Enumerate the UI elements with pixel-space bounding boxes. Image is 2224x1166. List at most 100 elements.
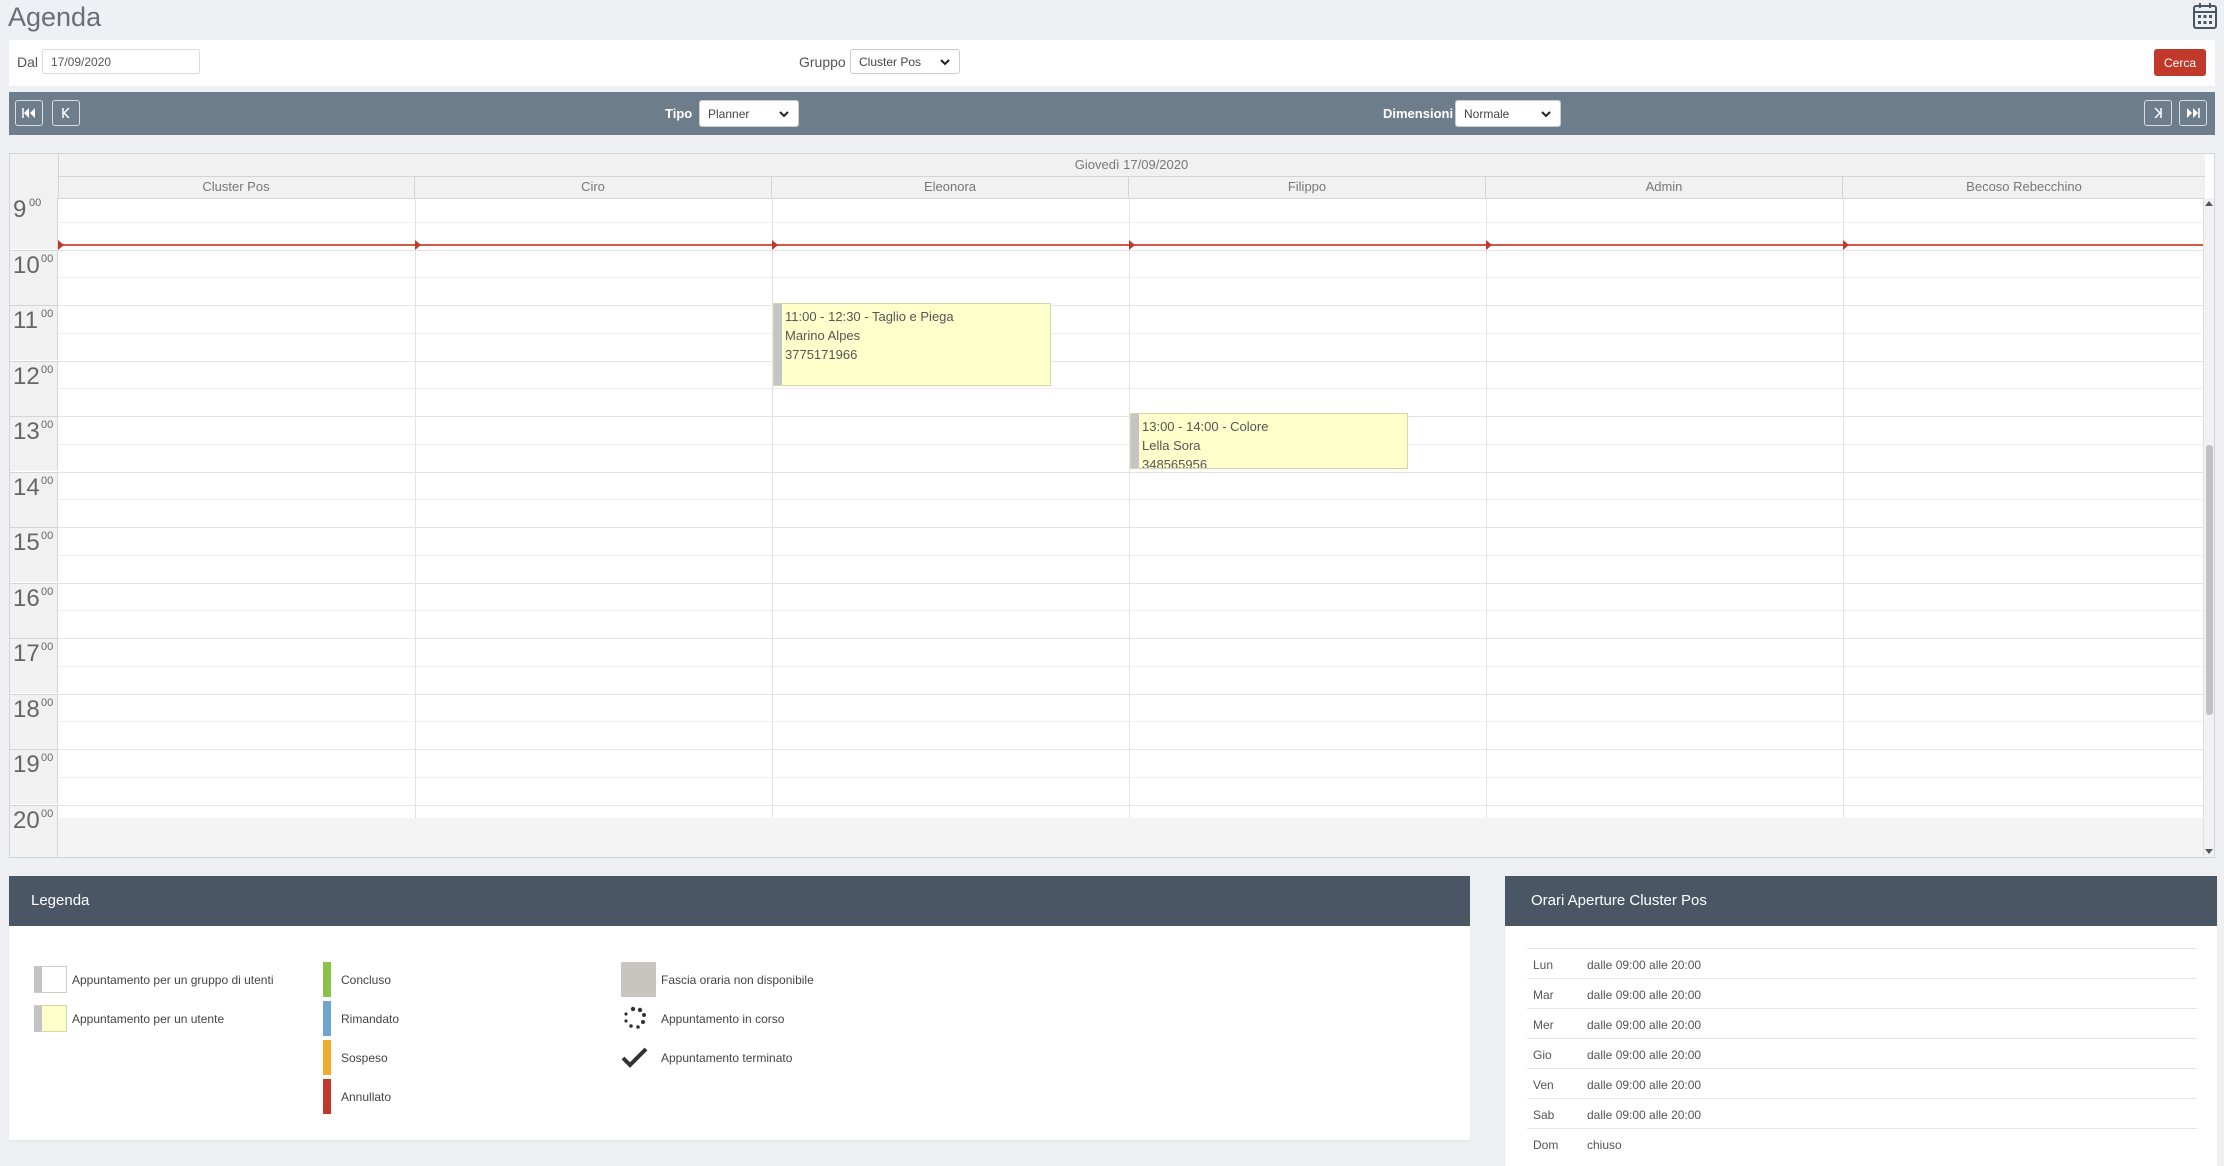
hour-minutes: 00	[41, 696, 54, 709]
hour-number: 20	[13, 806, 40, 834]
scheduler-toolbar: Tipo Planner Dimensioni Normale	[9, 92, 2215, 135]
hour-label: 9 00	[10, 198, 58, 249]
column-divider	[415, 198, 416, 857]
hour-number: 11	[13, 307, 38, 334]
opening-day: Sab	[1533, 1108, 1555, 1122]
hour-grid-line	[58, 804, 2205, 806]
half-hour-grid-line	[58, 332, 2205, 334]
hour-label: 10 00	[10, 249, 58, 305]
legend-label: Appuntamento per un utente	[72, 1011, 225, 1026]
opening-time: dalle 09:00 alle 20:00	[1587, 958, 1702, 972]
from-label: Dal	[17, 54, 39, 70]
hour-minutes: 00	[41, 530, 54, 542]
type-select[interactable]: Planner	[699, 100, 799, 127]
hour-number: 16	[13, 584, 40, 612]
user-appointment-swatch	[34, 1005, 67, 1032]
page-title: Agenda	[8, 2, 102, 32]
next-day-button[interactable]	[2144, 100, 2172, 126]
last-day-button[interactable]	[2179, 100, 2207, 126]
appointment-status-bar	[774, 304, 782, 385]
half-hour-grid-line	[58, 277, 2205, 279]
column-header-becoso-rebecchino: Becoso Rebecchino	[1966, 179, 2082, 194]
vertical-scrollbar[interactable]	[2203, 198, 2214, 857]
hour-minutes: 00	[41, 474, 54, 487]
group-select[interactable]: Cluster Pos	[850, 49, 960, 74]
current-time-marker	[1486, 240, 1492, 250]
legend-title: Legenda	[9, 876, 1470, 926]
legend-suspended: Sospeso	[323, 1040, 388, 1075]
column-divider	[1129, 198, 1130, 857]
opening-time: dalle 09:00 alle 20:00	[1587, 1108, 1702, 1122]
opening-day: Lun	[1533, 958, 1554, 972]
opening-hours-row: Sab dalle 09:00 alle 20:00	[1527, 1098, 2197, 1129]
hour-minutes: 00	[41, 807, 54, 820]
hour-label: 11 00	[10, 305, 58, 360]
hour-minutes: 00	[41, 585, 54, 598]
legend-user-appointment: Appuntamento per un utente	[34, 1005, 224, 1032]
hour-minutes: 00	[41, 641, 54, 653]
half-hour-grid-line	[58, 665, 2205, 667]
size-select[interactable]: Normale	[1455, 100, 1561, 127]
scrollbar-thumb[interactable]	[2206, 445, 2213, 715]
from-date-input[interactable]	[42, 49, 200, 74]
chevron-down-icon	[1541, 110, 1551, 117]
hour-minutes: 00	[41, 363, 54, 376]
opening-hours-row: Dom chiuso	[1527, 1128, 2197, 1159]
half-hour-grid-line	[58, 721, 2205, 723]
opening-hours-panel: Orari Aperture Cluster Pos Lun dalle 09:0…	[1505, 876, 2217, 1166]
hour-number: 15	[13, 529, 40, 556]
hour-minutes: 00	[29, 198, 42, 209]
appointment-phone: 348565956	[1142, 457, 1208, 469]
hour-grid-line	[58, 305, 2205, 306]
search-button[interactable]: Cerca	[2154, 49, 2206, 76]
spinner-icon	[624, 1006, 646, 1029]
scheduler-header: Giovedì 17/09/2020 Cluster Pos Ciro Eleo…	[10, 154, 2205, 199]
hour-minutes: 00	[41, 419, 54, 431]
hour-grid-line	[58, 693, 2205, 695]
scroll-up-icon[interactable]	[2205, 201, 2213, 206]
appointment-filippo[interactable]: 13:00 - 14:00 - Colore Lella Sora 348565…	[1130, 413, 1408, 469]
hour-grid-line	[58, 471, 2205, 473]
opening-time: dalle 09:00 alle 20:00	[1587, 1048, 1702, 1062]
opening-time: dalle 09:00 alle 20:00	[1587, 1078, 1702, 1092]
column-divider	[1843, 198, 1844, 857]
legend-concluded: Concluso	[323, 962, 391, 997]
scheduler-body[interactable]: 20 00 19 00 18 00 17 00 16 00 15 00 14 00 13 00 12 00 11 00…	[10, 198, 2205, 857]
current-time-marker	[1129, 240, 1135, 250]
opening-day: Mar	[1533, 988, 1554, 1002]
scroll-down-icon[interactable]	[2205, 849, 2213, 854]
hour-label: 16 00	[10, 582, 58, 638]
hour-minutes: 00	[41, 752, 54, 764]
unavailable-slot	[58, 818, 2205, 857]
legend-postponed: Rimandato	[323, 1001, 399, 1036]
hour-label: 18 00	[10, 693, 58, 749]
legend-label: Appuntamento terminato	[661, 1050, 793, 1065]
half-hour-grid-line	[58, 388, 2205, 390]
opening-hours-row: Gio dalle 09:00 alle 20:00	[1527, 1038, 2197, 1069]
first-day-button[interactable]	[15, 100, 43, 126]
checkmark-icon	[621, 1047, 648, 1068]
hour-grid-line	[58, 527, 2205, 528]
legend-label: Fascia oraria non disponibile	[661, 972, 814, 987]
prev-day-button[interactable]	[52, 100, 80, 126]
type-label: Tipo	[665, 106, 693, 121]
half-hour-grid-line	[58, 610, 2205, 612]
group-appointment-swatch	[34, 966, 67, 993]
column-header-cluster-pos: Cluster Pos	[58, 176, 415, 198]
column-divider	[1486, 198, 1487, 857]
opening-day: Dom	[1533, 1138, 1559, 1152]
hour-grid-line	[58, 749, 2205, 750]
appointment-eleonora[interactable]: 11:00 - 12:30 - Taglio e Piega Marino Al…	[773, 303, 1051, 386]
hour-label: 15 00	[10, 527, 58, 582]
current-time-marker	[1843, 240, 1849, 250]
legend-group-appointment: Appuntamento per un gruppo di utenti	[34, 966, 273, 993]
chevron-down-icon	[940, 58, 950, 65]
half-hour-grid-line	[58, 221, 2205, 223]
legend-label: Appuntamento per un gruppo di utenti	[72, 972, 274, 987]
calendar-icon[interactable]	[2192, 2, 2218, 30]
current-time-marker	[415, 240, 421, 250]
column-header-filippo: Filippo	[1129, 176, 1486, 198]
opening-hours-title: Orari Aperture Cluster Pos	[1505, 876, 2217, 926]
current-time-marker	[58, 240, 64, 250]
opening-hours-row: Ven dalle 09:00 alle 20:00	[1527, 1068, 2197, 1099]
